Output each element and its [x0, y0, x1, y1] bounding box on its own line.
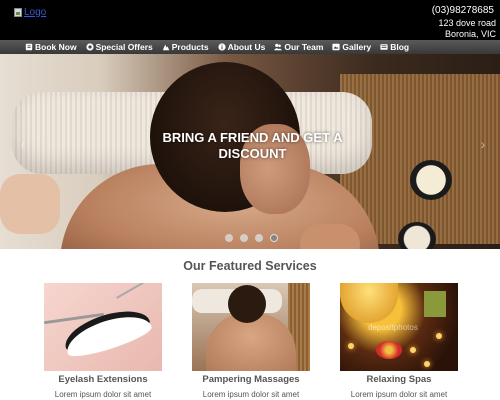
nav-label: Our Team — [284, 42, 324, 52]
nav-item-gallery[interactable]: Gallery — [332, 42, 371, 52]
service-title[interactable]: Eyelash Extensions — [44, 374, 162, 385]
client-head — [228, 285, 266, 323]
site-header: Logo (03)98278685 123 dove road Boronia,… — [0, 0, 500, 40]
nav-label: Book Now — [35, 42, 77, 52]
service-card-eyelash[interactable]: Eyelash Extensions Lorem ipsum dolor sit… — [44, 283, 162, 399]
products-icon — [162, 44, 169, 51]
slider-dot[interactable] — [255, 234, 263, 242]
service-desc: Lorem ipsum dolor sit amet — [54, 390, 152, 399]
service-title[interactable]: Relaxing Spas — [340, 374, 458, 385]
slider-prev-arrow[interactable]: ‹ — [16, 136, 30, 152]
nav-item-special-offers[interactable]: Special Offers — [85, 42, 153, 52]
nav-item-products[interactable]: Products — [162, 42, 209, 52]
hero-slider: BRING A FRIEND AND GET A DISCOUNT ‹ › — [0, 54, 500, 249]
blog-icon — [380, 44, 388, 50]
candle — [348, 343, 354, 349]
service-desc: Lorem ipsum dolor sit amet — [202, 390, 300, 399]
nav-item-blog[interactable]: Blog — [380, 42, 409, 52]
nav-item-book-now[interactable]: Book Now — [25, 42, 77, 52]
gallery-icon — [332, 43, 341, 51]
nav-label: Blog — [390, 42, 410, 52]
flower — [376, 341, 402, 359]
candle — [410, 160, 452, 200]
nav-label: About Us — [227, 42, 266, 52]
box — [424, 291, 446, 317]
team-icon — [274, 43, 283, 51]
broken-image-icon — [14, 7, 22, 17]
slider-dots — [225, 234, 278, 242]
service-card-massage[interactable]: Pampering Massages Lorem ipsum dolor sit… — [192, 283, 310, 399]
site-logo[interactable]: Logo — [14, 6, 46, 18]
nav-label: Products — [171, 42, 209, 52]
nav-item-our-team[interactable]: Our Team — [274, 42, 323, 52]
massage-image[interactable] — [192, 283, 310, 371]
service-title[interactable]: Pampering Massages — [192, 374, 310, 385]
cream-jar — [398, 222, 436, 249]
nav-label: Special Offers — [95, 42, 153, 52]
nav-label: Gallery — [342, 42, 372, 52]
therapist-arm — [0, 174, 60, 234]
book-icon — [25, 43, 33, 51]
spa-image[interactable]: depositphotos — [340, 283, 458, 371]
address-line-2: Boronia, VIC — [444, 29, 496, 39]
client-hand — [300, 224, 360, 249]
bowl — [340, 283, 398, 323]
slider-dot[interactable] — [225, 234, 233, 242]
contact-info: (03)98278685 123 dove road Boronia, VIC — [432, 5, 496, 40]
address-line-1: 123 dove road — [438, 18, 496, 28]
logo-alt-text: Logo — [24, 6, 47, 18]
eyelash-image[interactable] — [44, 283, 162, 371]
nav-item-about-us[interactable]: About Us — [217, 42, 266, 52]
phone-number[interactable]: (03)98278685 — [432, 5, 494, 16]
gift-icon — [85, 43, 94, 51]
service-desc: Lorem ipsum dolor sit amet — [350, 390, 448, 399]
slider-next-arrow[interactable]: › — [476, 136, 490, 152]
service-card-spa[interactable]: depositphotos Relaxing Spas Lorem ipsum … — [340, 283, 458, 399]
tweezer — [116, 283, 152, 299]
slider-dot[interactable] — [240, 234, 248, 242]
info-icon — [217, 43, 226, 51]
tweezer — [44, 312, 104, 325]
slider-dot-active[interactable] — [270, 234, 278, 242]
watermark: depositphotos — [368, 323, 418, 332]
hero-caption: BRING A FRIEND AND GET A DISCOUNT — [162, 130, 343, 161]
featured-services-heading: Our Featured Services — [183, 259, 317, 273]
candle — [424, 361, 430, 367]
candle — [410, 347, 416, 353]
main-nav: Book Now Special Offers Products About U… — [0, 40, 500, 54]
candle — [436, 333, 442, 339]
